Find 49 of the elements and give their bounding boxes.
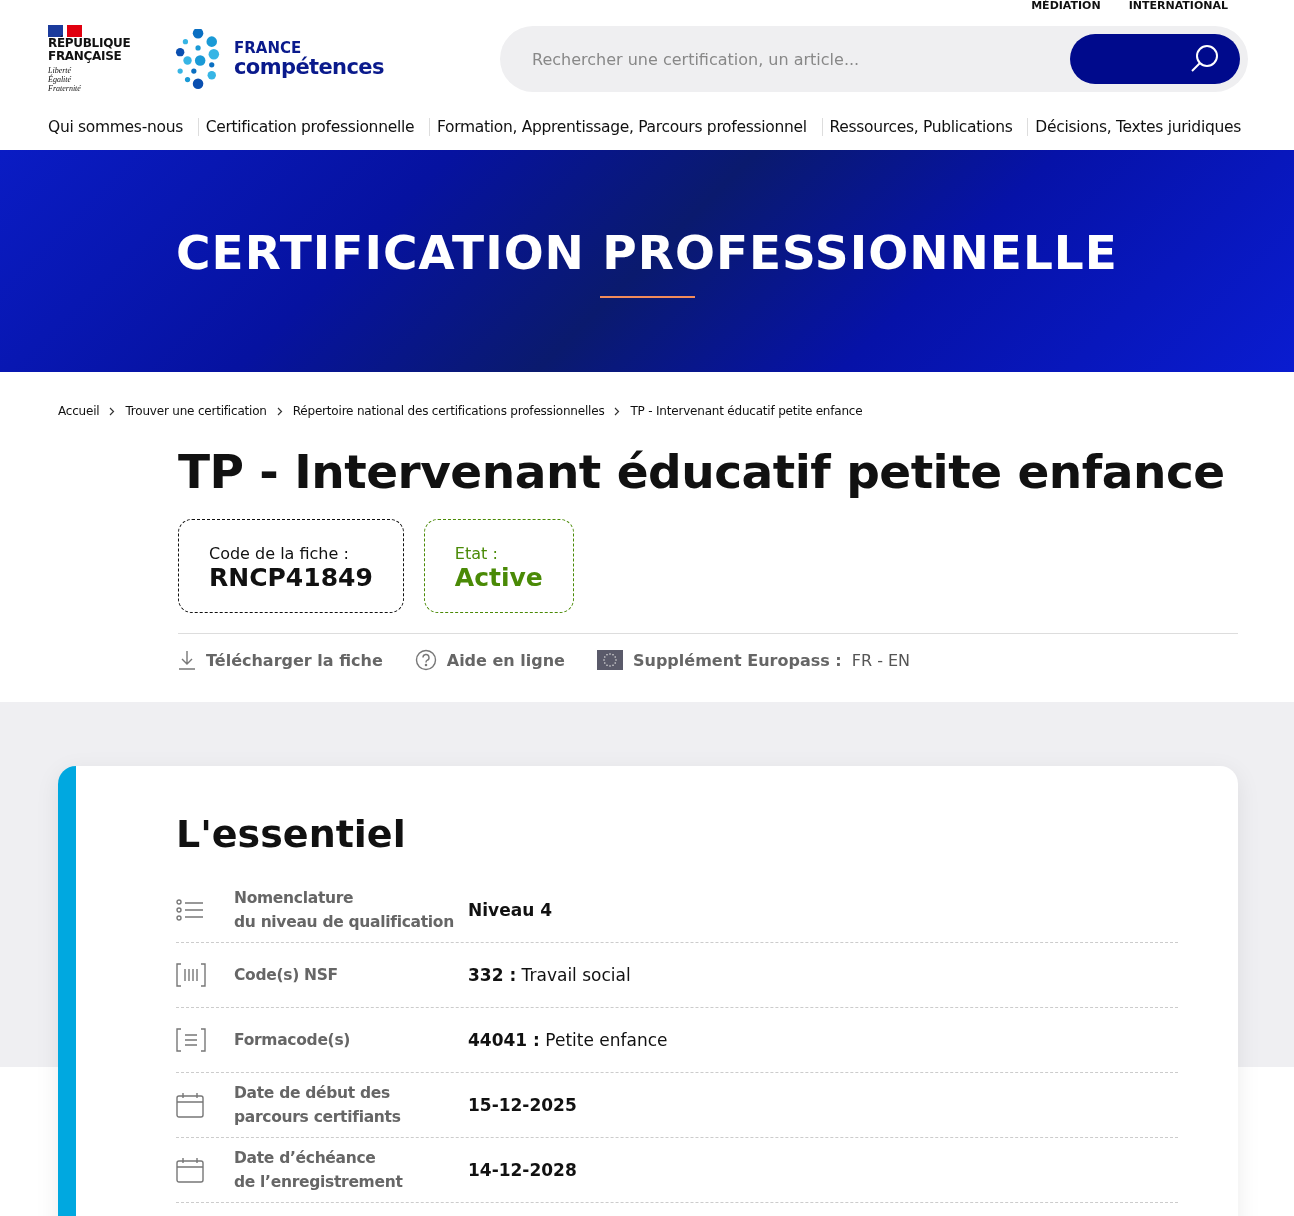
breadcrumb-link[interactable]: Accueil (58, 404, 100, 418)
top-link[interactable]: INTERNATIONAL (1128, 0, 1228, 14)
chevron-right-icon (109, 406, 116, 416)
field-value: 44041 : Petite enfance (468, 1030, 669, 1050)
field-value: 332 : Travail social (468, 965, 632, 985)
section-heading: L'essentiel (176, 812, 407, 856)
eu-flag-icon (596, 650, 623, 670)
nav-link[interactable]: Qui sommes-nous (48, 118, 190, 136)
help-icon (414, 649, 437, 671)
breadcrumb-link[interactable]: Trouver une certification (125, 404, 267, 418)
breadcrumb-link[interactable]: Répertoire national des certifications professionnelles (292, 404, 605, 418)
calendar-icon (176, 1092, 204, 1118)
nav-link[interactable]: Décisions, Textes juridiques (1027, 118, 1248, 136)
calendar-icon (176, 1157, 204, 1183)
field-label: Nomenclature du niveau de qualification (234, 888, 455, 933)
status-value: Active (454, 563, 543, 592)
search-icon (1190, 44, 1220, 74)
flag-logo-icon (48, 25, 82, 37)
brand-name: compétences (234, 56, 384, 78)
nav-link[interactable]: Ressources, Publications (821, 118, 1020, 136)
field-value: Niveau 4 (468, 900, 553, 920)
motto-text: Liberté Égalité Fraternité (48, 66, 82, 93)
action-link[interactable]: Supplément Europass : FR - EN (596, 650, 911, 670)
chevron-right-icon (614, 406, 621, 416)
field-label: Formacode(s) (234, 1030, 352, 1051)
banner-title: CERTIFICATION PROFESSIONNELLE (176, 224, 1118, 280)
field-label: Date de début des parcours certifiants (234, 1083, 402, 1128)
breadcrumb-link[interactable]: TP - Intervenant éducatif petite enfance (630, 404, 863, 418)
republic-label: RÉPUBLIQUE FRANÇAISE (48, 37, 132, 63)
search-button[interactable] (1070, 34, 1240, 84)
list-icon (176, 899, 204, 921)
page-title: TP - Intervenant éducatif petite enfance (178, 444, 1226, 499)
field-value: 15-12-2025 (468, 1095, 578, 1115)
field-value: 14-12-2028 (468, 1160, 578, 1180)
field-label: Code(s) NSF (234, 965, 339, 986)
action-link[interactable]: Aide en ligne (414, 649, 565, 671)
brand-name: FRANCE (234, 40, 302, 56)
status-label: Etat : (454, 544, 499, 563)
code-label: Code de la fiche : (209, 544, 350, 563)
field-label: Date d’échéance de l’enregistrement (234, 1148, 404, 1193)
barcode-icon (176, 963, 206, 987)
download-icon (178, 650, 196, 670)
search-field[interactable]: Rechercher une certification, un article... (530, 48, 1070, 70)
action-link[interactable]: Télécharger la fiche (178, 650, 383, 670)
code-frame-icon (176, 1028, 206, 1052)
nav-link[interactable]: Certification professionnelle (197, 118, 422, 136)
code-value: RNCP41849 (209, 563, 373, 592)
chevron-right-icon (276, 406, 283, 416)
nav-link[interactable]: Formation, Apprentissage, Parcours professionnel (428, 118, 814, 136)
